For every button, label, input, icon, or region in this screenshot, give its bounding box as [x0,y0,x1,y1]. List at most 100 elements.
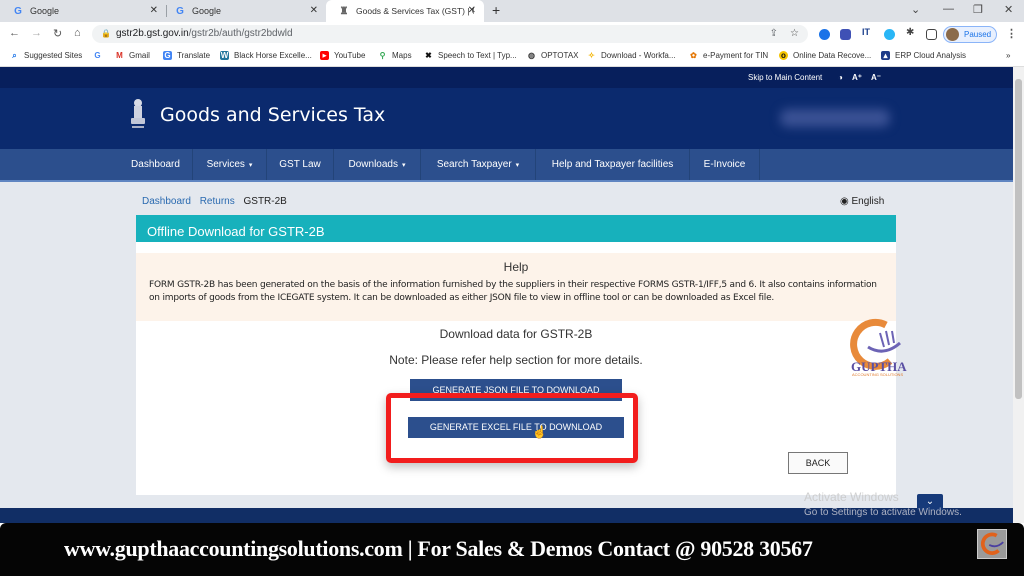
epayment-icon: ✿ [690,51,697,60]
download-note: Note: Please refer help section for more… [389,353,643,367]
extension-icon[interactable] [884,29,895,40]
caret-down-icon: ▾ [401,162,406,169]
home-icon[interactable]: ⌂ [74,27,81,39]
nav-gst-law[interactable]: GST Law [267,149,334,180]
nav-search-taxpayer[interactable]: Search Taxpayer ▾ [421,149,536,180]
lock-icon: 🔒 [101,29,111,38]
profile-button[interactable]: Paused [943,26,997,43]
nav-e-invoice[interactable]: E-Invoice [690,149,760,180]
search-icon: ⌕ [12,50,17,60]
close-tab-icon[interactable]: ✕ [468,5,476,16]
user-info-redacted [780,109,890,127]
font-increase-button[interactable]: A⁺ [852,73,862,82]
extensions-puzzle-icon[interactable]: ✱ [906,27,917,38]
promo-banner: www.gupthaaccountingsolutions.com | For … [0,523,1024,576]
extension-icon[interactable] [840,29,851,40]
site-title: Goods and Services Tax [160,104,386,126]
nav-services[interactable]: Services ▾ [193,149,267,180]
gst-page: Skip to Main Content ◑ A⁺ A⁻ Goods and S… [0,67,1013,523]
caret-down-icon: ▾ [248,162,253,169]
extension-icon[interactable] [819,29,830,40]
nav-downloads[interactable]: Downloads ▾ [334,149,421,180]
bookmark-gmail[interactable]: M Gmail [115,51,150,60]
panel-title: Offline Download for GSTR-2B [136,215,896,242]
close-tab-icon[interactable]: ✕ [150,5,158,16]
erp-icon: ▴ [881,51,890,60]
browser-tab[interactable]: G Google ✕ [162,0,326,22]
browser-tab-active[interactable]: ♜ Goods & Services Tax (GST) | GST ✕ [326,0,484,22]
main-nav: Dashboard Services ▾ GST Law Downloads ▾ S… [0,149,1013,182]
side-panel-icon[interactable] [926,29,937,40]
tab-title: Goods & Services Tax (GST) | GST [356,6,474,16]
bookmark-optotax[interactable]: ◍ OPTOTAX [527,51,579,60]
breadcrumb: Dashboard Returns GSTR-2B [142,196,293,207]
reload-icon[interactable]: ↻ [53,27,62,40]
bookmark-translate[interactable]: G Translate [163,51,210,60]
scrollbar-thumb[interactable] [1015,79,1022,399]
globe-icon: ◉ [840,196,849,207]
extension-it-icon[interactable]: IT [862,27,873,38]
bookmark-star-icon[interactable]: ☆ [790,25,799,43]
hand-cursor-icon: ☝ [532,425,547,439]
site-header: Goods and Services Tax [0,88,1013,149]
generate-excel-button[interactable]: GENERATE EXCEL FILE TO DOWNLOAD [408,417,624,438]
speech-icon: ✖ [425,51,432,60]
bookmark-erp-cloud[interactable]: ▴ ERP Cloud Analysis [881,51,966,60]
tab-title: Google [192,6,222,16]
accessibility-strip: Skip to Main Content ◑ A⁺ A⁻ [0,67,1013,88]
offline-download-panel: Offline Download for GSTR-2B Help FORM G… [136,215,896,495]
bookmark-online-data-recovery[interactable]: o Online Data Recove... [779,51,871,60]
gst-emblem-icon: ♜ [339,5,349,17]
tab-search-icon[interactable]: ⌄ [911,3,920,16]
skip-to-main-link[interactable]: Skip to Main Content [748,73,822,82]
close-tab-icon[interactable]: ✕ [310,5,318,16]
national-emblem-icon [131,99,145,128]
maps-icon: ⚲ [379,51,386,60]
contrast-icon[interactable]: ◑ [838,73,843,82]
watermark-subtitle: ACCOUNTING SOLUTIONS [852,372,904,377]
page-scrollbar[interactable] [1013,67,1024,523]
help-title: Help [503,260,529,274]
close-window-button[interactable]: ✕ [1004,3,1013,16]
bookmark-epayment-tin[interactable]: ✿ e-Payment for TIN [689,51,768,60]
help-text: FORM GSTR-2B has been generated on the b… [149,280,877,303]
bookmarks-bar: ⌕ Suggested Sites G M Gmail G Translate W Bl… [0,46,1024,67]
new-tab-button[interactable]: + [492,2,500,18]
nav-dashboard[interactable]: Dashboard [119,149,193,180]
avatar [946,28,959,41]
bookmark-youtube[interactable]: ▶ YouTube [320,51,365,60]
bookmark-black-horse[interactable]: W Black Horse Excelle... [220,51,312,60]
google-icon: G [176,5,184,17]
bookmarks-overflow-button[interactable]: » [1006,51,1010,60]
back-button[interactable]: BACK [788,452,848,474]
translate-icon: G [163,51,172,60]
download-title: Download data for GSTR-2B [439,327,593,341]
breadcrumb-current: GSTR-2B [243,196,287,207]
breadcrumb-dashboard[interactable]: Dashboard [142,196,191,207]
bookmark-suggested-sites[interactable]: ⌕ Suggested Sites [10,50,82,61]
browser-tab[interactable]: G Google ✕ [0,0,166,22]
bookmark-maps[interactable]: ⚲ Maps [378,51,412,60]
profile-status: Paused [964,30,992,39]
workfast-icon: ✧ [588,51,595,60]
breadcrumb-returns[interactable]: Returns [200,196,235,207]
font-decrease-button[interactable]: A⁻ [871,73,881,82]
share-icon[interactable]: ⇪ [770,25,778,43]
language-selector[interactable]: ◉ English [840,196,884,207]
activate-windows-title: Activate Windows [804,490,899,504]
bookmark-speech-to-text[interactable]: ✖ Speech to Text | Typ... [424,51,517,60]
forward-icon[interactable]: → [31,27,42,39]
minimize-button[interactable]: — [943,3,954,15]
back-icon[interactable]: ← [9,27,20,39]
caret-down-icon: ▾ [515,162,520,169]
url-input[interactable]: 🔒 gstr2b.gst.gov.in/gstr2b/auth/gstr2bdw… [92,25,808,43]
google-icon: G [14,5,22,17]
nav-help-taxpayer-facilities[interactable]: Help and Taxpayer facilities [536,149,690,180]
browser-menu-icon[interactable]: ⋮ [1006,27,1017,40]
restore-button[interactable]: ❐ [973,3,983,16]
promo-banner-text: www.gupthaaccountingsolutions.com | For … [64,536,813,561]
bookmark-google[interactable]: G [93,51,107,60]
globe-icon: ◍ [528,51,535,60]
url-path: /gstr2b/auth/gstr2bdwld [188,28,293,39]
bookmark-download-workfast[interactable]: ✧ Download - Workfa... [587,51,675,60]
